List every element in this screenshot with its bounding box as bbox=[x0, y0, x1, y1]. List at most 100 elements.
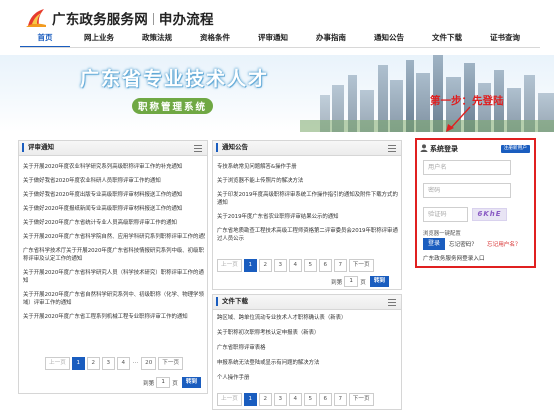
page-button[interactable]: 3 bbox=[273, 393, 287, 406]
captcha-image[interactable]: 6KhE bbox=[472, 208, 507, 221]
list-item[interactable]: 关于开展2020年度广东省工程系列机械工程专业职称评审工作的通知 bbox=[23, 310, 205, 324]
page-button[interactable]: 3 bbox=[273, 259, 287, 272]
password-input[interactable]: 密码 bbox=[423, 183, 511, 198]
forgot-username-link[interactable]: 忘记用户名？ bbox=[487, 240, 521, 248]
page-ellipsis: ... bbox=[131, 357, 140, 370]
list-item[interactable]: 关于开展2020年度广东省科学研究人员（科学技术研究）职称评审工作的通知 bbox=[23, 266, 205, 288]
page-button[interactable]: 1 bbox=[243, 259, 257, 272]
page-button[interactable]: 5 bbox=[303, 259, 317, 272]
brand-subtitle[interactable]: 申办流程 bbox=[159, 12, 214, 28]
page-button[interactable]: 3 bbox=[101, 357, 115, 370]
nav-announcements[interactable]: 通知公告 bbox=[360, 28, 418, 48]
list-item[interactable]: 申报系统无法登陆或显示有问题的解决方法 bbox=[217, 356, 399, 371]
nav-home[interactable]: 首页 bbox=[20, 28, 70, 48]
notices-goto: 到第 1 页 转到 bbox=[331, 276, 390, 287]
banner-subtitle: 职称管理系统 bbox=[132, 98, 214, 114]
next-page-button[interactable]: 下一页 bbox=[348, 259, 374, 272]
page-button[interactable]: 4 bbox=[288, 393, 302, 406]
nav-downloads[interactable]: 文件下载 bbox=[418, 28, 476, 48]
goto-page-input[interactable]: 1 bbox=[156, 377, 171, 388]
goto-suffix: 页 bbox=[172, 380, 178, 387]
list-item[interactable]: 关于开展2020年度广东省科学院自然、应用学科研究系列职称评审工作的通知 bbox=[23, 230, 205, 244]
review-notice-panel: 评审通知 关于开展2020年度农业科学研究系列高级职称评审工作的补充通知 关于做… bbox=[18, 140, 208, 394]
page-button[interactable]: 20 bbox=[141, 357, 157, 370]
more-menu-icon[interactable] bbox=[194, 145, 202, 152]
browser-config-link[interactable]: 浏览器一键配置 bbox=[423, 229, 461, 237]
page-button[interactable]: 7 bbox=[333, 259, 347, 272]
prev-page-button[interactable]: 上一页 bbox=[217, 393, 242, 406]
page-button[interactable]: 1 bbox=[243, 393, 257, 406]
page-button[interactable]: 7 bbox=[333, 393, 347, 406]
nav-guide[interactable]: 办事指南 bbox=[302, 28, 360, 48]
list-item[interactable]: 关于做好我省2020年度出版专业高级职称评审材料报送工作的通知 bbox=[23, 188, 205, 202]
site-brand: 广东政务服务网 申办流程 bbox=[52, 8, 214, 28]
gov-service-login-link[interactable]: 广东政务服务网登录入口 bbox=[423, 254, 485, 262]
page-button[interactable]: 6 bbox=[318, 393, 332, 406]
list-item[interactable]: 跨区域、跨单位流动专业技术人才职称确认表（新表） bbox=[217, 311, 399, 326]
goto-button[interactable]: 转到 bbox=[369, 276, 390, 287]
goto-page-input[interactable]: 1 bbox=[344, 276, 359, 287]
nav-divider bbox=[20, 47, 540, 48]
page-button[interactable]: 4 bbox=[116, 357, 130, 370]
page-button[interactable]: 1 bbox=[71, 357, 85, 370]
list-item[interactable]: 广东省地质勘查工程技术高级工程师资格第二评审委员会2019年职称评审通过人员公示 bbox=[217, 224, 399, 246]
site-header: 广东政务服务网 申办流程 首页 网上业务 政策法规 资格条件 评审通知 办事指南 … bbox=[0, 0, 554, 48]
prev-page-button[interactable]: 上一页 bbox=[217, 259, 242, 272]
page-button[interactable]: 2 bbox=[86, 357, 100, 370]
page-button[interactable]: 2 bbox=[258, 259, 272, 272]
downloads-panel: 文件下载 跨区域、跨单位流动专业技术人才职称确认表（新表） 关于职称初次职称考核… bbox=[212, 294, 402, 410]
list-item[interactable]: 关于做好我省2020年度农业科研人员职称评审工作的通知 bbox=[23, 174, 205, 188]
hero-banner: 广东省专业技术人才 职称管理系统 第一步：先登陆 bbox=[0, 55, 554, 132]
nav-certificate-query[interactable]: 证书查询 bbox=[476, 28, 534, 48]
review-notice-goto: 到第 1 页 转到 bbox=[143, 377, 202, 388]
list-item[interactable]: 关于开展2020年度农业科学研究系列高级职称评审工作的补充通知 bbox=[23, 160, 205, 174]
brand-name: 广东政务服务网 bbox=[52, 12, 148, 28]
downloads-title: 文件下载 bbox=[216, 297, 248, 306]
notices-panel: 通知公告 专技系统常见问题解答&操作手册 关于浏览器不能上传照片的解决方法 关于… bbox=[212, 140, 402, 290]
list-item[interactable]: 关于2019年度广东省农业职称评审结果公示的通知 bbox=[217, 210, 399, 224]
login-title: 系统登录 bbox=[420, 144, 458, 154]
city-skyline-image bbox=[300, 55, 554, 132]
annotation-arrow-icon bbox=[446, 106, 471, 132]
gd-gov-logo-icon bbox=[26, 9, 46, 27]
review-notice-title: 评审通知 bbox=[22, 143, 54, 152]
page-button[interactable]: 2 bbox=[258, 393, 272, 406]
notices-pagination: 上一页 1 2 3 4 5 6 7 下一页 bbox=[217, 259, 376, 272]
user-icon bbox=[420, 144, 428, 152]
list-item[interactable]: 关于开展2020年度广东省自然科学研究系列中、初级职称（化学、物理学领域）评审工… bbox=[23, 288, 205, 310]
review-notice-pagination: 上一页 1 2 3 4 ... 20 下一页 bbox=[45, 357, 185, 370]
page-button[interactable]: 5 bbox=[303, 393, 317, 406]
list-item[interactable]: 关于做好2020年度报纸新闻专业高级职称评审材料报送工作的通知 bbox=[23, 202, 205, 216]
nav-qualification[interactable]: 资格条件 bbox=[186, 28, 244, 48]
main-nav: 首页 网上业务 政策法规 资格条件 评审通知 办事指南 通知公告 文件下载 证书… bbox=[20, 28, 540, 48]
more-menu-icon[interactable] bbox=[388, 299, 396, 306]
downloads-pagination: 上一页 1 2 3 4 5 6 7 下一页 bbox=[217, 393, 376, 406]
page-button[interactable]: 6 bbox=[318, 259, 332, 272]
list-item[interactable]: 广东省科学技术厅关于开展2020年度广东省科技情报研究系列中级、初级职称评审及认… bbox=[23, 244, 205, 266]
list-item[interactable]: 关于浏览器不能上传照片的解决方法 bbox=[217, 174, 399, 188]
forgot-password-link[interactable]: 忘记密码？ bbox=[449, 240, 477, 248]
notices-list: 专技系统常见问题解答&操作手册 关于浏览器不能上传照片的解决方法 关于印发201… bbox=[217, 160, 399, 246]
list-item[interactable]: 广东省职称评审表格 bbox=[217, 341, 399, 356]
notices-title: 通知公告 bbox=[216, 143, 248, 152]
next-page-button[interactable]: 下一页 bbox=[158, 357, 184, 370]
list-item[interactable]: 个人操作手册 bbox=[217, 371, 399, 386]
captcha-input[interactable]: 验证码 bbox=[423, 207, 468, 222]
username-input[interactable]: 用户名 bbox=[423, 160, 511, 175]
list-item[interactable]: 关于印发2019年度高级职称评审系统工作操作指引的通知及附件下载方式的通知 bbox=[217, 188, 399, 210]
prev-page-button[interactable]: 上一页 bbox=[45, 357, 70, 370]
login-panel: 系统登录 注册新用户 用户名 密码 验证码 6KhE 浏览器一键配置 登录 忘记… bbox=[415, 138, 536, 268]
login-button[interactable]: 登录 bbox=[423, 238, 445, 250]
nav-online-business[interactable]: 网上业务 bbox=[70, 28, 128, 48]
page-button[interactable]: 4 bbox=[288, 259, 302, 272]
register-button[interactable]: 注册新用户 bbox=[500, 145, 530, 153]
nav-policy[interactable]: 政策法规 bbox=[128, 28, 186, 48]
review-notice-list: 关于开展2020年度农业科学研究系列高级职称评审工作的补充通知 关于做好我省20… bbox=[23, 160, 205, 324]
goto-button[interactable]: 转到 bbox=[181, 377, 202, 388]
nav-review-notice[interactable]: 评审通知 bbox=[244, 28, 302, 48]
list-item[interactable]: 专技系统常见问题解答&操作手册 bbox=[217, 160, 399, 174]
more-menu-icon[interactable] bbox=[388, 145, 396, 152]
next-page-button[interactable]: 下一页 bbox=[348, 393, 374, 406]
list-item[interactable]: 关于做好2020年度广东省统计专业人员高级职称评审工作的通知 bbox=[23, 216, 205, 230]
list-item[interactable]: 关于职称初次职称考核认定申报表（新表） bbox=[217, 326, 399, 341]
